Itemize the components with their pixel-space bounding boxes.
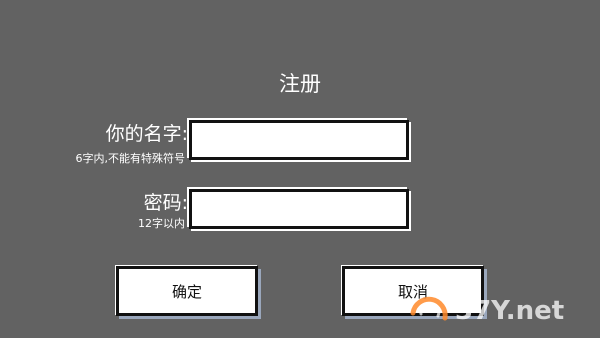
password-input[interactable]: [192, 192, 406, 226]
password-label: 密码:: [143, 192, 188, 214]
name-label: 你的名字:: [105, 123, 188, 145]
watermark-text: 37Y.net: [455, 296, 565, 326]
confirm-button[interactable]: 确定: [116, 266, 258, 316]
password-field[interactable]: [189, 189, 409, 229]
name-field[interactable]: [189, 120, 409, 160]
name-input[interactable]: [192, 123, 406, 157]
name-hint: 6字内,不能有特殊符号: [75, 152, 186, 165]
password-hint: 12字以内: [138, 217, 185, 230]
page-title: 注册: [279, 72, 321, 96]
